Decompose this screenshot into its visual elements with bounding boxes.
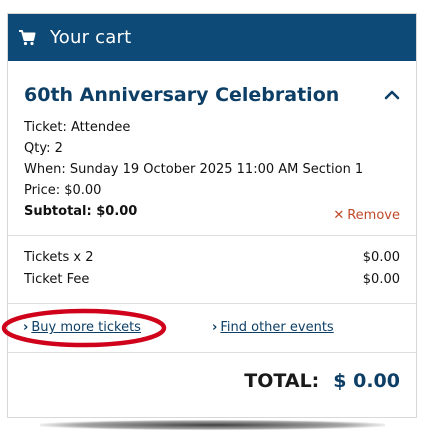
cart-panel: Your cart 60th Anniversary Celebration T… [1,13,417,418]
event-when: When: Sunday 19 October 2025 11:00 AM Se… [24,162,364,177]
chevron-right-icon: › [23,320,29,335]
cart-icon [19,29,36,45]
fee-label: Ticket Fee [24,272,90,287]
subtotal-row: Subtotal: $0.00 ✕ Remove [24,201,400,223]
ticket-price: Price: $0.00 [24,183,102,198]
ticket-type: Ticket: Attendee [24,120,131,135]
fee-label: Tickets x 2 [24,250,94,265]
event-item: 60th Anniversary Celebration Ticket: Att… [8,61,416,224]
ticket-qty: Qty: 2 [24,141,63,156]
find-other-events-link[interactable]: › Find other events [212,320,334,335]
fee-row: Tickets x 2 $0.00 [24,247,400,269]
total-row: TOTAL: $ 0.00 [8,353,416,409]
buy-more-tickets-link[interactable]: › Buy more tickets [23,320,141,335]
find-events-label: Find other events [220,320,334,335]
buy-more-label: Buy more tickets [31,320,141,335]
cart-header: Your cart [8,14,416,61]
chevron-up-icon[interactable] [384,89,400,101]
cart-title: Your cart [50,27,132,48]
chevron-right-icon: › [212,320,218,335]
close-icon: ✕ [333,208,345,223]
total-label: TOTAL: [244,370,320,392]
fee-row: Ticket Fee $0.00 [24,269,400,291]
total-amount: $ 0.00 [333,370,400,392]
card-shadow [40,420,385,430]
remove-button[interactable]: ✕ Remove [333,205,400,226]
fee-amount: $0.00 [362,250,400,265]
subtotal: Subtotal: $0.00 [24,204,138,219]
event-title: 60th Anniversary Celebration [24,83,340,106]
ticket-details: Ticket: Attendee Qty: 2 When: Sunday 19 … [24,111,400,223]
cart-links: › Buy more tickets › Find other events [1,304,416,352]
fee-list: Tickets x 2 $0.00 Ticket Fee $0.00 [8,236,416,291]
event-title-row[interactable]: 60th Anniversary Celebration [24,61,400,111]
fee-amount: $0.00 [362,272,400,287]
remove-label: Remove [347,208,400,223]
